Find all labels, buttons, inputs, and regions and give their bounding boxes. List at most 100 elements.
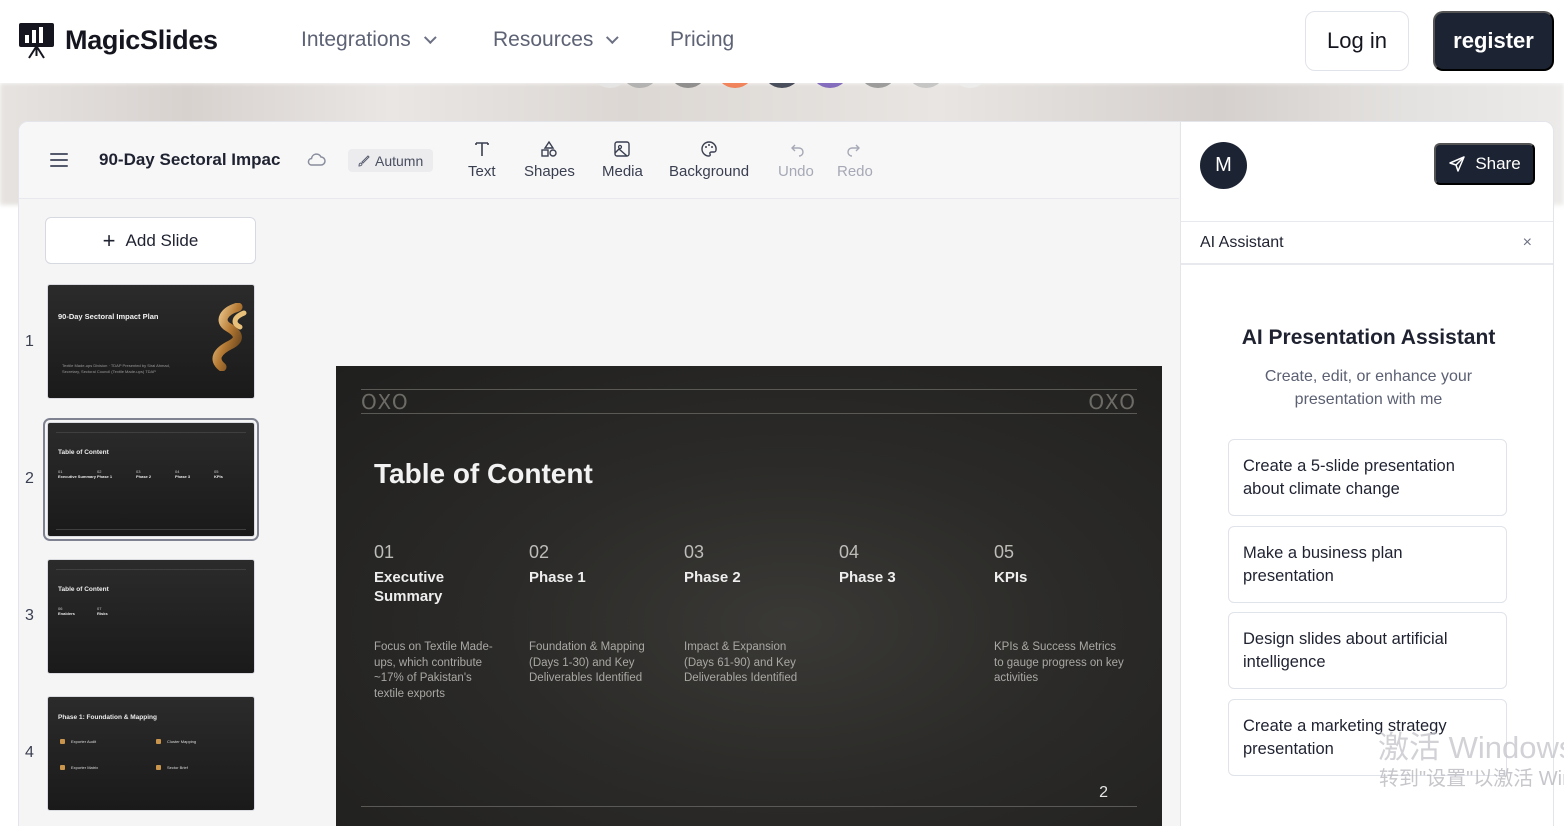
- thumb-item: Exporter Audit: [60, 739, 96, 745]
- thumb-title: 90-Day Sectoral Impact Plan: [58, 312, 159, 321]
- tool-text[interactable]: Text: [468, 140, 496, 180]
- tool-redo[interactable]: Redo: [837, 140, 873, 180]
- slide-thumbnail-1[interactable]: 90-Day Sectoral Impact Plan Textile Made…: [47, 284, 255, 399]
- toc-name: Executive Summary: [374, 569, 445, 605]
- toc-number: 05: [994, 542, 1015, 562]
- share-button[interactable]: Share: [1434, 143, 1535, 185]
- toc-number: 01: [374, 542, 395, 562]
- ai-heading: AI Presentation Assistant: [1241, 326, 1496, 349]
- thumb-col: 05 KPIs: [214, 469, 223, 479]
- windows-activation-watermark: 激活 Windows: [1378, 730, 1564, 765]
- slide-title[interactable]: Table of Content: [374, 458, 593, 490]
- suggestion-card[interactable]: Create a 5-slide presentation about clim…: [1228, 439, 1507, 516]
- presentation-board-icon: [19, 23, 54, 59]
- toc-number: 04: [839, 542, 860, 562]
- thumb-col: 01 Executive Summary: [58, 469, 97, 479]
- theme-selector[interactable]: Autumn: [348, 149, 434, 172]
- login-button[interactable]: Log in: [1305, 11, 1409, 71]
- nav-integrations[interactable]: Integrations: [301, 28, 437, 52]
- send-icon: [1449, 156, 1466, 172]
- gold-ribbon-graphic: [212, 303, 247, 371]
- ai-assistant-tab: AI Assistant ×: [1181, 221, 1553, 265]
- toc-name: Phase 3: [839, 569, 896, 586]
- shapes-icon: [541, 140, 558, 157]
- thumb-item: Exporter Matrix: [60, 765, 98, 771]
- nav-integrations-label: Integrations: [301, 28, 411, 51]
- close-icon[interactable]: ×: [1523, 234, 1532, 252]
- toc-name: Phase 1: [529, 569, 586, 586]
- tool-media[interactable]: Media: [602, 140, 643, 180]
- nav-resources-label: Resources: [493, 28, 594, 51]
- thumb-item: Sector Brief: [156, 765, 188, 771]
- slide-thumbnail-4[interactable]: Phase 1: Foundation & Mapping Exporter A…: [47, 696, 255, 811]
- nav-pricing[interactable]: Pricing: [670, 28, 734, 52]
- brush-icon: [358, 154, 370, 167]
- add-slide-label: Add Slide: [125, 230, 199, 250]
- plus-icon: +: [102, 227, 116, 253]
- theme-label: Autumn: [375, 152, 424, 169]
- toc-name: KPIs: [994, 569, 1028, 586]
- slide-canvas[interactable]: OXO OXO Table of Content 01 Executive Su…: [336, 366, 1162, 826]
- avatar[interactable]: M: [1200, 142, 1247, 189]
- toc-description: KPIs & Success Metrics to gauge progress…: [994, 641, 1124, 684]
- editor-toolbar: 90-Day Sectoral Impac Autumn Text Shapes…: [19, 122, 1179, 199]
- tool-text-label: Text: [468, 163, 496, 180]
- chevron-down-icon: [606, 30, 620, 44]
- tool-media-label: Media: [602, 163, 643, 180]
- toc-column[interactable]: 05 KPIs KPIs & Success Metrics to gauge …: [994, 542, 1124, 684]
- ai-assistant-title: AI Assistant: [1200, 234, 1284, 251]
- toc-column[interactable]: 02 Phase 1 Foundation & Mapping (Days 1-…: [529, 542, 657, 684]
- add-slide-button[interactable]: + Add Slide: [45, 217, 256, 264]
- tool-undo[interactable]: Undo: [778, 140, 814, 180]
- thumb-col: 04 Phase 3: [175, 469, 191, 479]
- toc-column[interactable]: 03 Phase 2 Impact & Expansion (Days 61-9…: [684, 542, 812, 684]
- slide-number: 2: [25, 470, 34, 487]
- windows-activation-hint: 转到"设置"以激活 Windows。: [1379, 768, 1564, 790]
- oxo-decoration: OXO: [1088, 390, 1137, 414]
- tool-redo-label: Redo: [837, 163, 873, 180]
- register-button[interactable]: register: [1433, 11, 1554, 71]
- thumb-item: Cluster Mapping: [156, 739, 196, 745]
- thumb-title: Table of Content: [58, 586, 109, 593]
- toc-description: Foundation & Mapping (Days 1-30) and Key…: [529, 641, 645, 684]
- suggestion-card[interactable]: Design slides about artificial intellige…: [1228, 612, 1507, 689]
- hamburger-menu-icon[interactable]: [50, 153, 68, 167]
- nav-pricing-label: Pricing: [670, 28, 735, 51]
- palette-icon: [701, 141, 717, 157]
- redo-icon: [847, 144, 860, 157]
- thumb-col: 06 Enablers: [58, 606, 75, 616]
- tool-shapes[interactable]: Shapes: [524, 140, 575, 180]
- toc-number: 03: [684, 542, 705, 562]
- ai-assistant-panel: M Share AI Assistant × AI Presentation A…: [1180, 122, 1553, 826]
- slide-number: 4: [25, 744, 34, 761]
- slide-page-number: 2: [1099, 784, 1108, 801]
- toc-column[interactable]: 04 Phase 3: [839, 542, 967, 587]
- presentation-editor: 90-Day Sectoral Impac Autumn Text Shapes…: [18, 121, 1554, 826]
- slide-thumbnail-2[interactable]: Table of Content 01 Executive Summary 02 P…: [43, 418, 259, 541]
- chevron-down-icon: [423, 30, 437, 44]
- thumb-col: 03 Phase 2: [136, 469, 152, 479]
- tool-undo-label: Undo: [778, 163, 814, 180]
- top-navbar: MagicSlides Integrations Resources Prici…: [0, 0, 1564, 83]
- image-icon: [614, 141, 631, 157]
- nav-resources[interactable]: Resources: [493, 28, 620, 52]
- thumb-subtitle: Textile Made-ups Division · TDAP Present…: [62, 363, 170, 374]
- slide-number: 3: [25, 607, 34, 624]
- thumb-col: 07 Risks: [97, 606, 108, 616]
- tool-background-label: Background: [669, 163, 750, 180]
- tool-background[interactable]: Background: [669, 140, 749, 180]
- suggestion-card[interactable]: Make a business plan presentation: [1228, 526, 1507, 603]
- toc-description: Impact & Expansion (Days 61-90) and Key …: [684, 641, 798, 684]
- document-title[interactable]: 90-Day Sectoral Impac: [99, 150, 285, 170]
- brand-logo[interactable]: MagicSlides: [18, 22, 218, 59]
- slide-thumbnail-3[interactable]: Table of Content 06 Enablers 07 Risks: [47, 559, 255, 674]
- slide-number: 1: [25, 333, 34, 350]
- thumb-title: Table of Content: [58, 449, 109, 456]
- toc-name: Phase 2: [684, 569, 741, 586]
- toc-column[interactable]: 01 Executive Summary Focus on Textile Ma…: [374, 542, 502, 700]
- oxo-decoration: OXO: [361, 390, 410, 414]
- undo-icon: [790, 144, 804, 157]
- thumb-title: Phase 1: Foundation & Mapping: [58, 714, 157, 721]
- text-icon: [474, 142, 489, 156]
- brand-name: MagicSlides: [65, 25, 218, 55]
